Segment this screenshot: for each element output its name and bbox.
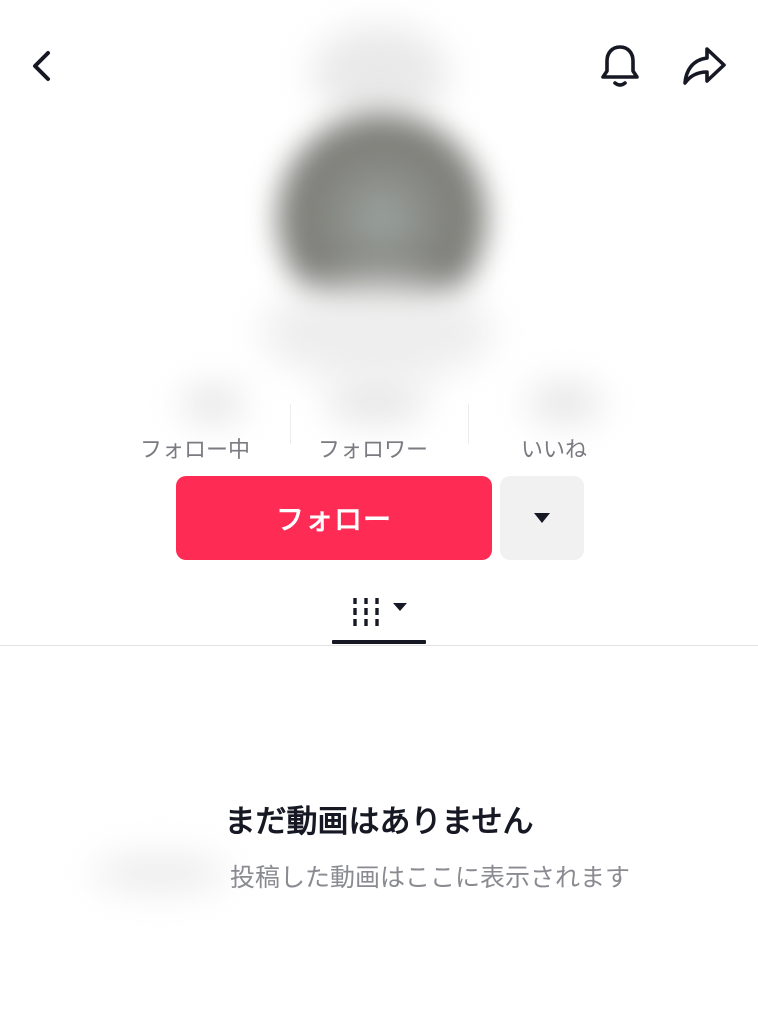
empty-state-title: まだ動画はありません <box>224 804 534 840</box>
active-tab-indicator <box>332 640 426 644</box>
suggested-accounts-button[interactable] <box>500 476 584 560</box>
share-arrow-icon <box>683 47 726 85</box>
follow-button[interactable]: フォロー <box>176 476 492 560</box>
follow-button-label: フォロー <box>275 503 392 536</box>
tab-videos[interactable] <box>332 584 426 640</box>
following-count-redacted <box>182 386 244 422</box>
followers-count-redacted <box>326 384 426 422</box>
chevron-left-icon <box>33 51 50 81</box>
grid-columns-icon <box>353 598 379 626</box>
tab-divider <box>0 645 758 646</box>
followers-label[interactable]: フォロワー <box>318 432 428 464</box>
bell-icon <box>601 45 639 87</box>
redacted-username <box>262 282 494 382</box>
share-button[interactable] <box>676 38 732 94</box>
redacted-region <box>92 856 228 890</box>
caret-down-icon <box>534 513 550 523</box>
likes-label[interactable]: いいね <box>521 432 587 464</box>
back-button[interactable] <box>14 38 70 94</box>
empty-state-subtitle: 投稿した動画はここに表示されます <box>230 863 631 892</box>
stat-divider <box>468 404 469 444</box>
stat-divider <box>290 404 291 444</box>
following-label[interactable]: フォロー中 <box>140 432 250 464</box>
likes-count-redacted <box>528 384 602 422</box>
notification-bell-button[interactable] <box>592 38 648 94</box>
caret-down-icon <box>393 603 407 611</box>
redacted-region <box>312 26 448 122</box>
